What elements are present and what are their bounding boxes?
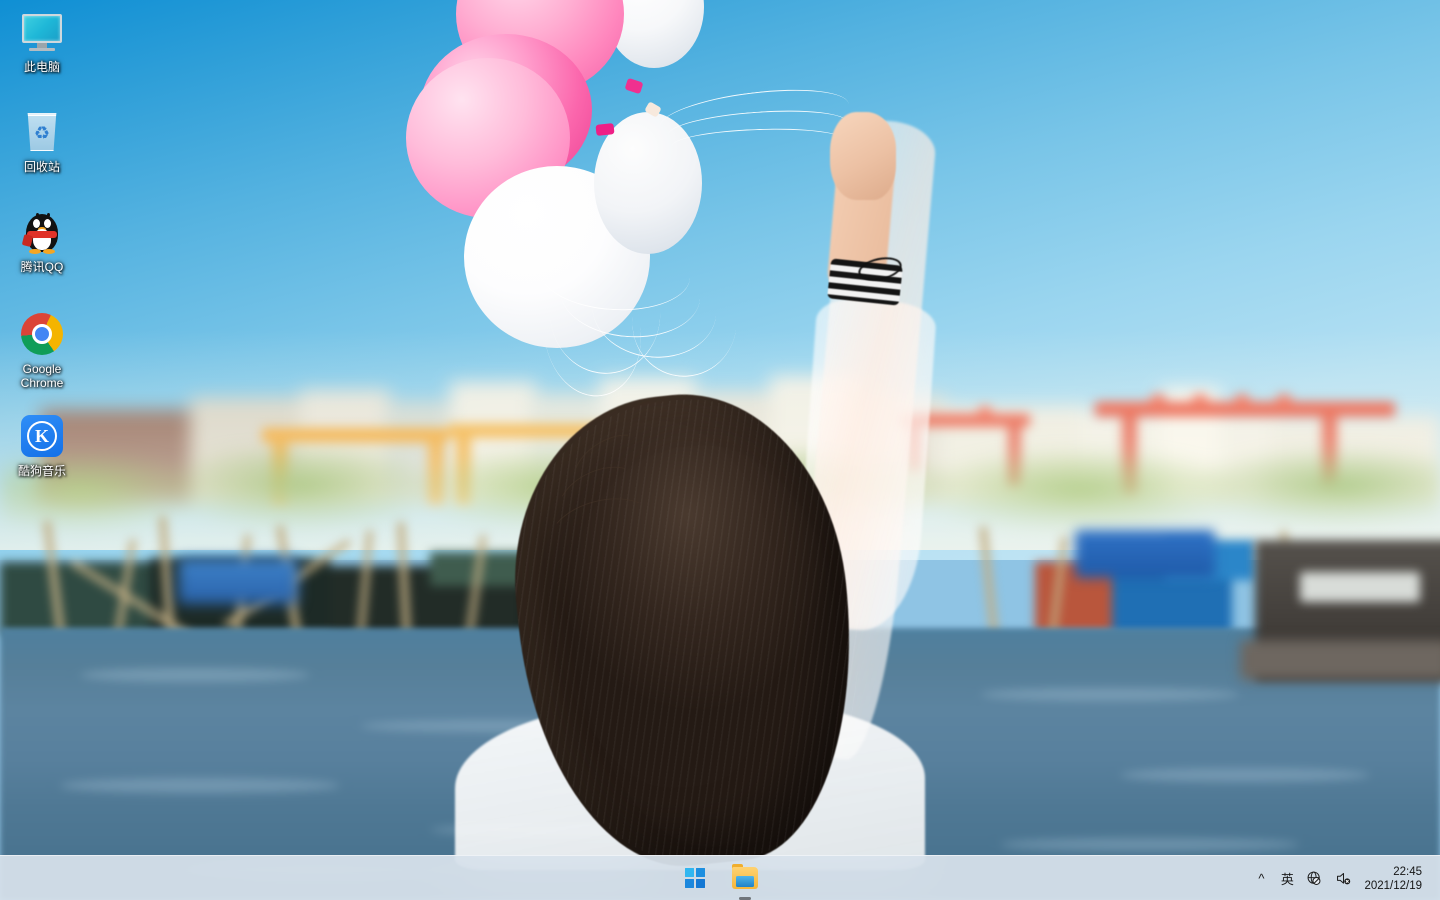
wallpaper-blue-tarp-2 (178, 558, 298, 604)
speaker-muted-icon (1337, 872, 1351, 885)
monitor-icon (18, 8, 66, 56)
balloon-knot-2 (595, 123, 615, 136)
desktop-icon-label: 酷狗音乐 (17, 464, 66, 478)
tray-overflow-button[interactable]: ^ (1248, 861, 1274, 897)
wallpaper-boat-deck (1240, 640, 1440, 680)
desktop-icon-label: Google Chrome (20, 362, 64, 390)
desktop-icon-label: 腾讯QQ (20, 260, 64, 274)
desktop-icon-label: 回收站 (23, 160, 60, 174)
windows-logo-icon (685, 868, 705, 888)
woman-hand (830, 112, 896, 200)
tray-volume-button[interactable] (1329, 861, 1358, 897)
desktop-icon-tencent-qq[interactable]: 腾讯QQ (4, 208, 80, 274)
system-tray: ^ 英 22:45 2021/12/19 (1248, 856, 1440, 900)
clock-time: 22:45 (1393, 865, 1422, 878)
start-button[interactable] (675, 858, 715, 898)
tray-network-button[interactable] (1300, 861, 1329, 897)
folder-icon (732, 864, 758, 889)
globe-no-internet-icon (1308, 871, 1321, 885)
desktop-icon-label: 此电脑 (23, 60, 60, 74)
taskbar[interactable]: ^ 英 22:45 2021/12/19 (0, 855, 1440, 900)
wallpaper-boat-window (1300, 572, 1420, 602)
taskbar-clock[interactable]: 22:45 2021/12/19 (1358, 860, 1432, 898)
desktop-icon-google-chrome[interactable]: Google Chrome (4, 310, 80, 390)
tray-ime-indicator[interactable]: 英 (1274, 861, 1300, 897)
desktop-wallpaper (0, 0, 1440, 900)
show-desktop-button[interactable] (1435, 856, 1440, 900)
chevron-up-icon: ^ (1258, 871, 1265, 886)
desktop[interactable]: 此电脑 ♻ 回收站 腾讯QQ Google Chrome K 酷狗音乐 ^ 英 … (0, 0, 1440, 900)
clock-date: 2021/12/19 (1364, 879, 1422, 892)
ime-icon: 英 (1280, 872, 1294, 887)
desktop-icon-this-pc[interactable]: 此电脑 (4, 8, 80, 74)
kugou-icon: K (18, 412, 66, 460)
desktop-icon-kugou-music[interactable]: K 酷狗音乐 (4, 412, 80, 478)
chrome-icon (18, 310, 66, 358)
qq-penguin-icon (18, 208, 66, 256)
taskbar-item-file-explorer[interactable] (725, 858, 765, 900)
taskbar-center-group (675, 856, 765, 900)
wallpaper-blue-tarp (1075, 530, 1215, 578)
desktop-icon-recycle-bin[interactable]: ♻ 回收站 (4, 108, 80, 174)
kugou-letter: K (27, 421, 57, 451)
recycle-bin-icon: ♻ (18, 108, 66, 156)
